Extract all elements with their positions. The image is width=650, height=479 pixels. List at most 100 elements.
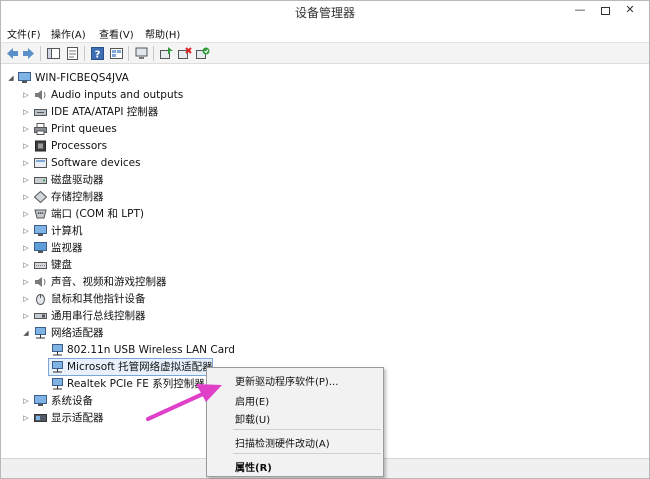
toolbar-separator <box>40 46 41 61</box>
tree-item-label: 存储控制器 <box>51 191 104 203</box>
tree-item-label: 端口 (COM 和 LPT) <box>51 208 144 220</box>
expand-icon[interactable]: ▷ <box>22 257 30 273</box>
tree-item-label: 键盘 <box>51 259 72 271</box>
menu-separator <box>233 429 381 430</box>
menu-separator <box>233 453 381 454</box>
menu-item-scan-hardware[interactable]: 扫描检测硬件改动(A) <box>235 435 330 450</box>
expand-icon[interactable]: ▷ <box>22 223 30 239</box>
expand-icon[interactable]: ▷ <box>22 410 30 426</box>
expand-icon[interactable]: ▷ <box>22 291 30 307</box>
tree-child-label: 802.11n USB Wireless LAN Card <box>67 344 235 356</box>
expand-icon[interactable]: ▷ <box>22 189 30 205</box>
svg-text:?: ? <box>95 50 101 61</box>
disk-drive-icon <box>34 177 47 184</box>
tree-item-label: 计算机 <box>51 225 83 237</box>
forward-icon[interactable] <box>21 46 36 61</box>
tree-item-label: 鼠标和其他指针设备 <box>51 293 146 305</box>
system-device-icon <box>34 395 47 406</box>
expand-icon[interactable]: ▷ <box>22 206 30 222</box>
ide-controller-icon <box>34 109 47 116</box>
tree-item[interactable]: ▷ Processors <box>1 138 301 154</box>
expand-icon[interactable]: ▷ <box>22 87 30 103</box>
root-label: WIN-FICBEQS4JVA <box>35 72 129 84</box>
menu-bar: 文件(F) 操作(A) 查看(V) 帮助(H) <box>1 23 649 42</box>
collapse-icon[interactable]: ◢ <box>7 70 15 86</box>
tree-root[interactable]: ◢ WIN-FICBEQS4JVA <box>1 70 301 86</box>
update-driver-icon[interactable] <box>159 46 174 61</box>
expand-icon[interactable]: ▷ <box>22 155 30 171</box>
tree-item-label: Print queues <box>51 123 117 135</box>
expand-icon[interactable]: ▷ <box>22 274 30 290</box>
tree-item[interactable]: ▷ 监视器 <box>1 240 301 256</box>
tree-item[interactable]: ▷ Print queues <box>1 121 301 137</box>
menu-item-properties[interactable]: 属性(R) <box>235 459 272 474</box>
tree-item[interactable]: ▷ 键盘 <box>1 257 301 273</box>
menu-file[interactable]: 文件(F) <box>7 26 41 41</box>
view-icon[interactable] <box>109 46 124 61</box>
context-menu: 更新驱动程序软件(P)... 启用(E) 卸载(U) 扫描检测硬件改动(A) 属… <box>206 367 384 477</box>
title-bar: 设备管理器 — ✕ <box>1 1 649 23</box>
device-icon[interactable] <box>134 46 149 61</box>
network-card-icon <box>52 361 63 373</box>
enable-device-icon[interactable] <box>195 46 210 61</box>
menu-item-uninstall[interactable]: 卸载(U) <box>235 411 270 426</box>
tree-child-label: Microsoft 托管网络虚拟适配器 <box>67 361 213 373</box>
menu-item-enable[interactable]: 启用(E) <box>235 393 269 408</box>
tree-item[interactable]: ▷ 计算机 <box>1 223 301 239</box>
tree-child-label: Realtek PCIe FE 系列控制器 <box>67 378 205 390</box>
uninstall-icon[interactable] <box>177 46 192 61</box>
printer-icon <box>34 123 47 135</box>
expand-icon[interactable]: ▷ <box>22 121 30 137</box>
computer-icon <box>34 225 47 236</box>
collapse-icon[interactable]: ◢ <box>22 325 30 341</box>
tree-item[interactable]: ▷ 通用串行总线控制器 <box>1 308 301 324</box>
expand-icon[interactable]: ▷ <box>22 172 30 188</box>
toolbar-separator <box>153 46 154 61</box>
tree-item-label: IDE ATA/ATAPI 控制器 <box>51 106 159 118</box>
tree-item-label: Software devices <box>51 157 141 169</box>
tree-item[interactable]: ▷ Audio inputs and outputs <box>1 87 301 103</box>
tree-item[interactable]: ▷ 鼠标和其他指针设备 <box>1 291 301 307</box>
window-title: 设备管理器 <box>294 6 355 20</box>
tree-item[interactable]: ▷ 存储控制器 <box>1 189 301 205</box>
tree-item[interactable]: ▷ 声音、视频和游戏控制器 <box>1 274 301 290</box>
keyboard-icon <box>34 262 47 269</box>
processor-icon <box>35 140 46 152</box>
port-icon <box>34 209 47 219</box>
tree-item-label: 网络适配器 <box>51 327 104 339</box>
console-tree-icon[interactable] <box>46 46 61 61</box>
tree-item[interactable]: ▷ Software devices <box>1 155 301 171</box>
expand-icon[interactable]: ▷ <box>22 308 30 324</box>
expand-icon[interactable]: ▷ <box>22 138 30 154</box>
network-card-icon <box>52 344 63 356</box>
expand-icon[interactable]: ▷ <box>22 393 30 409</box>
menu-item-update-driver[interactable]: 更新驱动程序软件(P)... <box>235 373 338 388</box>
network-card-icon <box>52 378 63 390</box>
minimize-button[interactable]: — <box>568 1 592 21</box>
tree-item-label: 通用串行总线控制器 <box>51 310 146 322</box>
tree-item[interactable]: ▷ IDE ATA/ATAPI 控制器 <box>1 104 301 120</box>
tree-item[interactable]: ◢ 网络适配器 <box>1 325 301 341</box>
back-icon[interactable] <box>5 46 20 61</box>
maximize-icon <box>600 7 610 15</box>
menu-action[interactable]: 操作(A) <box>51 26 86 41</box>
close-icon: ✕ <box>625 3 635 16</box>
mouse-icon <box>36 294 45 305</box>
tree-item-label: Audio inputs and outputs <box>51 89 184 101</box>
close-button[interactable]: ✕ <box>618 1 642 21</box>
tree-child-item[interactable]: 802.11n USB Wireless LAN Card <box>1 342 301 358</box>
menu-help[interactable]: 帮助(H) <box>145 26 180 41</box>
tree-item[interactable]: ▷ 磁盘驱动器 <box>1 172 301 188</box>
display-adapter-icon <box>34 414 47 422</box>
minimize-icon: — <box>574 3 586 16</box>
tree-item-label: 显示适配器 <box>51 412 104 424</box>
maximize-button[interactable] <box>593 1 617 21</box>
toolbar-separator <box>84 46 85 61</box>
help-icon[interactable]: ? <box>90 46 105 61</box>
properties-icon[interactable] <box>65 46 80 61</box>
expand-icon[interactable]: ▷ <box>22 240 30 256</box>
tree-item[interactable]: ▷ 端口 (COM 和 LPT) <box>1 206 301 222</box>
menu-view[interactable]: 查看(V) <box>99 26 134 41</box>
speaker-icon <box>35 90 46 100</box>
expand-icon[interactable]: ▷ <box>22 104 30 120</box>
